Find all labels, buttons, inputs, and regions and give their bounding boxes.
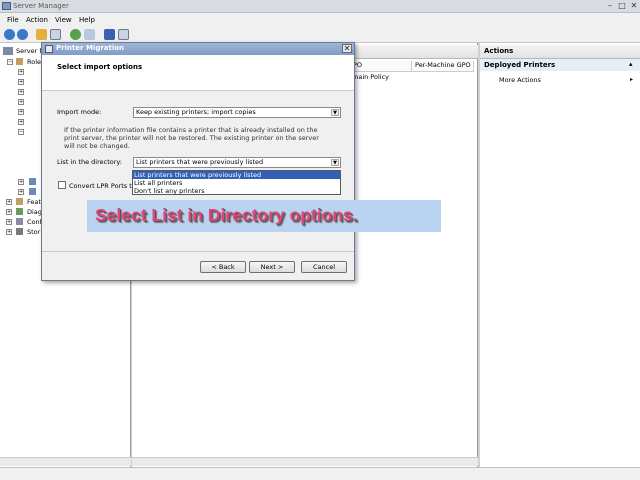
minimize-button[interactable]: – — [604, 1, 616, 11]
list-in-directory-options: List printers that were previously liste… — [132, 170, 341, 195]
expand-icon[interactable]: + — [6, 199, 12, 205]
menu-view[interactable]: View — [55, 16, 72, 24]
instruction-text: Select List in Directory options. — [95, 205, 358, 225]
configuration-icon — [16, 218, 23, 225]
actions-section-title[interactable]: Deployed Printers — [484, 61, 555, 69]
menu-file[interactable]: File — [7, 16, 19, 24]
expand-icon[interactable]: + — [6, 229, 12, 235]
back-button[interactable]: < Back — [200, 261, 246, 273]
tree-horizontal-scrollbar[interactable] — [0, 457, 131, 466]
diagnostics-icon — [16, 208, 23, 215]
cancel-button[interactable]: Cancel — [301, 261, 347, 273]
properties-icon[interactable] — [118, 29, 129, 40]
maximize-button[interactable]: □ — [616, 1, 628, 11]
app-icon — [2, 2, 11, 10]
printer-icon — [45, 45, 53, 53]
info-text: If the printer information file contains… — [64, 126, 319, 150]
chevron-down-icon: ▼ — [331, 109, 339, 116]
option-dont-list[interactable]: Don't list any printers — [133, 187, 340, 195]
status-bar — [0, 467, 640, 480]
expand-icon[interactable]: + — [6, 219, 12, 225]
menu-action[interactable]: Action — [26, 16, 48, 24]
close-button[interactable]: ✕ — [628, 1, 640, 11]
features-icon — [16, 198, 23, 205]
dialog-heading: Select import options — [57, 63, 143, 71]
roles-icon — [16, 58, 23, 65]
dialog-close-button[interactable]: ✕ — [342, 44, 352, 53]
collapse-icon[interactable]: − — [7, 59, 13, 65]
import-mode-dropdown[interactable]: Keep existing printers; import copies ▼ — [133, 107, 341, 118]
actions-title: Actions — [484, 47, 514, 55]
table-cell: main Policy — [352, 73, 390, 81]
more-actions-link[interactable]: More Actions — [499, 76, 541, 84]
collapse-up-icon[interactable]: ▴ — [629, 60, 633, 68]
expand-icon[interactable]: + — [18, 99, 24, 105]
collapse-icon[interactable]: − — [18, 129, 24, 135]
more-actions-arrow-icon: ▸ — [630, 76, 634, 83]
window-title: Server Manager — [13, 2, 69, 10]
show-hide-tree-icon[interactable] — [50, 29, 61, 40]
column-header-gpo[interactable]: PO — [350, 61, 412, 72]
column-header-per-machine-gpo[interactable]: Per-Machine GPO — [412, 61, 474, 72]
back-arrow-icon[interactable] — [4, 29, 15, 40]
tree-item-storage[interactable]: Stor — [27, 228, 40, 236]
export-list-icon[interactable] — [84, 29, 95, 40]
tree-item-features[interactable]: Feat — [27, 198, 41, 206]
option-previously-listed[interactable]: List printers that were previously liste… — [133, 171, 340, 179]
expand-icon[interactable]: + — [18, 179, 24, 185]
help-icon[interactable] — [104, 29, 115, 40]
title-bar — [0, 0, 640, 13]
option-list-all[interactable]: List all printers — [133, 179, 340, 187]
expand-icon[interactable]: + — [18, 69, 24, 75]
import-mode-value: Keep existing printers; import copies — [136, 108, 256, 116]
convert-lpr-label: Convert LPR Ports to — [69, 182, 136, 190]
menu-bar — [0, 13, 640, 27]
role-node-icon — [29, 188, 36, 195]
chevron-down-icon: ▼ — [331, 159, 339, 166]
expand-icon[interactable]: + — [18, 89, 24, 95]
dialog-divider — [42, 251, 354, 252]
expand-icon[interactable]: + — [18, 109, 24, 115]
list-in-directory-label: List in the directory: — [57, 158, 122, 166]
expand-icon[interactable]: + — [18, 119, 24, 125]
server-manager-icon — [3, 47, 13, 55]
up-folder-icon[interactable] — [36, 29, 47, 40]
expand-icon[interactable]: + — [6, 209, 12, 215]
tree-item-roles[interactable]: Role — [27, 58, 41, 66]
dialog-title: Printer Migration — [56, 44, 125, 52]
toolbar — [0, 27, 640, 43]
actions-pane — [480, 43, 640, 467]
tree-item-configuration[interactable]: Conf — [27, 218, 42, 226]
expand-icon[interactable]: + — [18, 189, 24, 195]
role-node-icon — [29, 178, 36, 185]
center-horizontal-scrollbar[interactable] — [132, 457, 478, 466]
menu-help[interactable]: Help — [79, 16, 95, 24]
forward-arrow-icon[interactable] — [17, 29, 28, 40]
list-in-directory-value: List printers that were previously liste… — [136, 158, 264, 166]
printer-migration-dialog: Printer Migration ✕ Select import option… — [41, 42, 355, 281]
instruction-banner: Select List in Directory options. — [87, 200, 441, 232]
expand-icon[interactable]: + — [18, 79, 24, 85]
convert-lpr-checkbox[interactable] — [58, 181, 66, 189]
storage-icon — [16, 228, 23, 235]
next-button[interactable]: Next > — [249, 261, 295, 273]
import-mode-label: Import mode: — [57, 108, 102, 116]
tree-item-diagnostics[interactable]: Diag — [27, 208, 42, 216]
dialog-header — [42, 55, 354, 91]
refresh-icon[interactable] — [70, 29, 81, 40]
list-in-directory-dropdown[interactable]: List printers that were previously liste… — [133, 157, 341, 168]
